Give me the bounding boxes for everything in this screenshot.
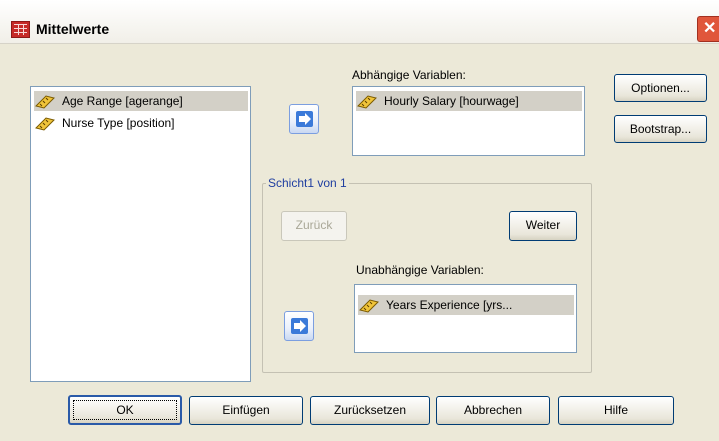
previous-layer-button[interactable]: Zurück bbox=[281, 211, 347, 241]
list-item[interactable]: Age Range [agerange] bbox=[34, 91, 248, 111]
independent-variable-list[interactable]: Years Experience [yrs... bbox=[354, 284, 577, 353]
list-item[interactable]: Years Experience [yrs... bbox=[358, 295, 574, 315]
list-item-label: Years Experience [yrs... bbox=[386, 298, 513, 312]
options-button[interactable]: Optionen... bbox=[614, 74, 707, 102]
arrow-right-icon bbox=[296, 111, 313, 127]
bootstrap-button[interactable]: Bootstrap... bbox=[614, 115, 707, 143]
cancel-button[interactable]: Abbrechen bbox=[436, 396, 550, 425]
move-to-dependent-button[interactable] bbox=[289, 104, 319, 134]
list-item-label: Hourly Salary [hourwage] bbox=[384, 94, 519, 108]
independent-variables-label: Unabhängige Variablen: bbox=[356, 263, 484, 277]
ok-button[interactable]: OK bbox=[68, 395, 182, 425]
move-to-independent-button[interactable] bbox=[284, 311, 314, 341]
ok-button-label: OK bbox=[73, 400, 177, 420]
window-title: Mittelwerte bbox=[36, 21, 110, 37]
layer-title: Schicht1 von 1 bbox=[266, 176, 349, 190]
list-item-label: Age Range [agerange] bbox=[62, 94, 183, 108]
scale-ruler-icon bbox=[359, 299, 379, 313]
scale-ruler-icon bbox=[357, 95, 377, 109]
arrow-right-icon bbox=[291, 318, 308, 334]
scale-ruler-icon bbox=[35, 95, 55, 109]
reset-button[interactable]: Zurücksetzen bbox=[310, 396, 430, 425]
list-item[interactable]: Nurse Type [position] bbox=[34, 113, 248, 133]
dependent-variables-label: Abhängige Variablen: bbox=[352, 68, 466, 82]
list-item-label: Nurse Type [position] bbox=[62, 116, 175, 130]
scale-ruler-icon bbox=[35, 117, 55, 131]
close-icon: ✕ bbox=[703, 20, 717, 37]
app-icon bbox=[11, 21, 30, 38]
next-layer-button[interactable]: Weiter bbox=[509, 211, 577, 241]
list-item[interactable]: Hourly Salary [hourwage] bbox=[356, 91, 582, 111]
paste-button[interactable]: Einfügen bbox=[189, 396, 303, 425]
source-variable-list[interactable]: Age Range [agerange] Nurse Type [positio… bbox=[30, 86, 251, 382]
dependent-variable-list[interactable]: Hourly Salary [hourwage] bbox=[352, 86, 585, 156]
help-button[interactable]: Hilfe bbox=[558, 396, 674, 425]
close-button[interactable]: ✕ bbox=[697, 16, 719, 42]
